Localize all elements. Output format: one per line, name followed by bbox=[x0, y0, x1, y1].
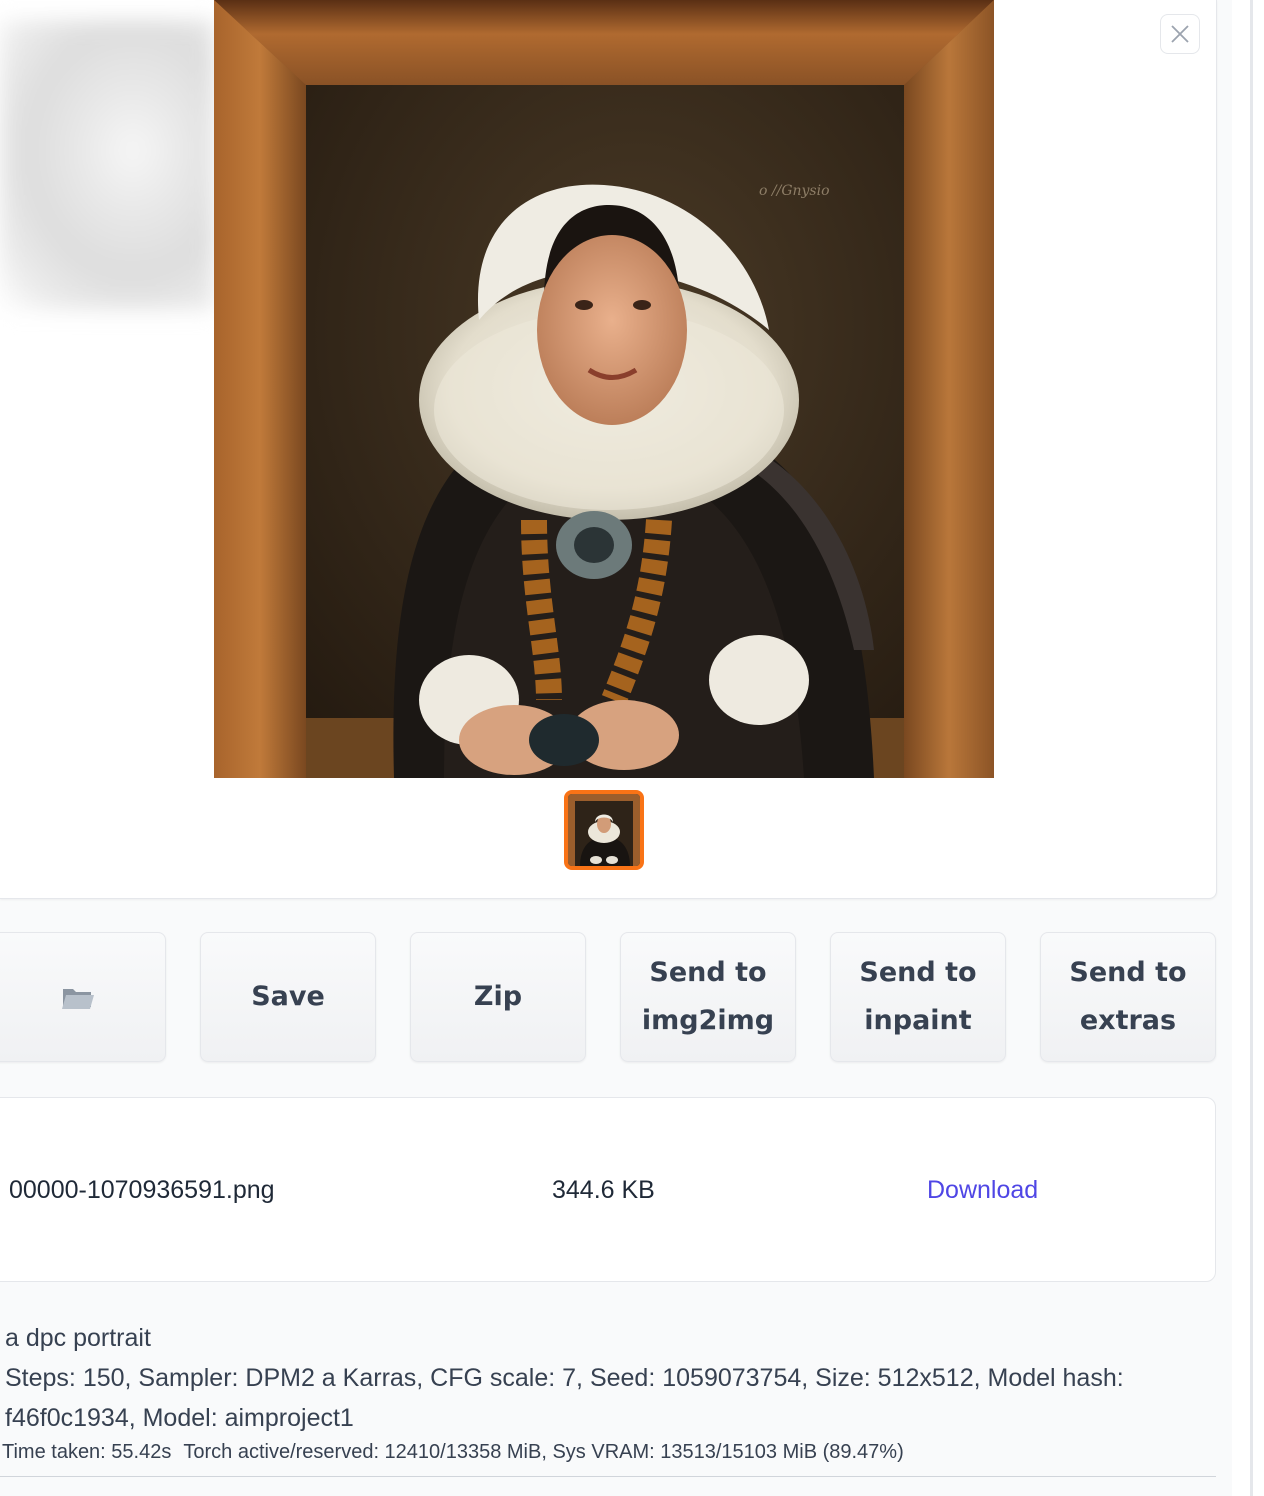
zip-button[interactable]: Zip bbox=[410, 932, 586, 1062]
scrollbar-track[interactable] bbox=[1250, 0, 1253, 1496]
gallery-thumbnail[interactable] bbox=[564, 790, 644, 870]
webui-output-panel: o //Gnysio Save Zip Send to img2img Send… bbox=[0, 0, 1264, 1496]
send-to-inpaint-label: Send to inpaint bbox=[859, 957, 977, 1036]
send-to-img2img-button[interactable]: Send to img2img bbox=[620, 932, 796, 1062]
generation-info: a dpc portrait Steps: 150, Sampler: DPM2… bbox=[2, 1318, 1215, 1466]
performance-stats: Time taken: 55.42s Torch active/reserved:… bbox=[2, 1438, 1215, 1466]
download-link[interactable]: Download bbox=[927, 1176, 1038, 1205]
close-button[interactable] bbox=[1160, 14, 1200, 54]
memory-usage: Torch active/reserved: 12410/13358 MiB, … bbox=[183, 1441, 904, 1463]
save-button[interactable]: Save bbox=[200, 932, 376, 1062]
open-folder-button[interactable] bbox=[0, 932, 166, 1062]
zip-button-label: Zip bbox=[473, 981, 523, 1012]
svg-text:o //Gnysio: o //Gnysio bbox=[759, 183, 830, 199]
image-gallery: o //Gnysio bbox=[0, 0, 1217, 899]
file-size: 344.6 KB bbox=[552, 1176, 655, 1204]
file-name: 00000-1070936591.png bbox=[9, 1176, 275, 1204]
right-scroll-rail bbox=[1232, 0, 1264, 1496]
send-to-extras-label: Send to extras bbox=[1069, 957, 1187, 1036]
save-button-label: Save bbox=[251, 981, 325, 1012]
prompt-text: a dpc portrait bbox=[5, 1324, 151, 1352]
divider bbox=[0, 1476, 1216, 1477]
generated-image[interactable]: o //Gnysio bbox=[214, 0, 994, 778]
close-icon bbox=[1171, 25, 1189, 43]
time-taken: Time taken: 55.42s bbox=[2, 1441, 172, 1463]
send-to-inpaint-button[interactable]: Send to inpaint bbox=[830, 932, 1006, 1062]
download-files-panel: 00000-1070936591.png 344.6 KB Download bbox=[0, 1097, 1216, 1282]
send-to-extras-button[interactable]: Send to extras bbox=[1040, 932, 1216, 1062]
blurred-background bbox=[0, 20, 214, 310]
file-row: 00000-1070936591.png 344.6 KB Download bbox=[0, 1172, 1215, 1208]
generation-parameters: Steps: 150, Sampler: DPM2 a Karras, CFG … bbox=[5, 1364, 1124, 1432]
send-to-img2img-label: Send to img2img bbox=[641, 957, 775, 1036]
folder-icon bbox=[62, 989, 94, 1009]
